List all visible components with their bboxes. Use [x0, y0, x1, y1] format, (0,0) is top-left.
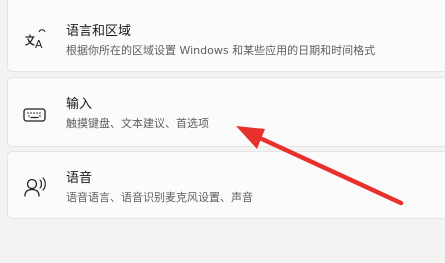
setting-input[interactable]: 输入 触摸键盘、文本建议、首选项	[7, 77, 445, 147]
language-icon: A	[22, 25, 48, 51]
setting-title: 语音	[66, 171, 93, 186]
setting-speech[interactable]: 语音 语音语言、语音识别麦克风设置、声音	[7, 151, 445, 219]
speech-icon	[22, 173, 48, 199]
setting-description: 语音语言、语音识别麦克风设置、声音	[66, 191, 253, 204]
setting-title: 输入	[66, 97, 93, 112]
svg-text:A: A	[35, 38, 43, 51]
setting-language-region[interactable]: A 语言和区域 根据你所在的区域设置 Windows 和某些应用的日期和时间格式	[7, 0, 445, 72]
setting-title: 语言和区域	[66, 24, 132, 39]
keyboard-icon	[22, 102, 48, 128]
setting-description: 根据你所在的区域设置 Windows 和某些应用的日期和时间格式	[66, 44, 376, 57]
setting-description: 触摸键盘、文本建议、首选项	[66, 117, 209, 130]
